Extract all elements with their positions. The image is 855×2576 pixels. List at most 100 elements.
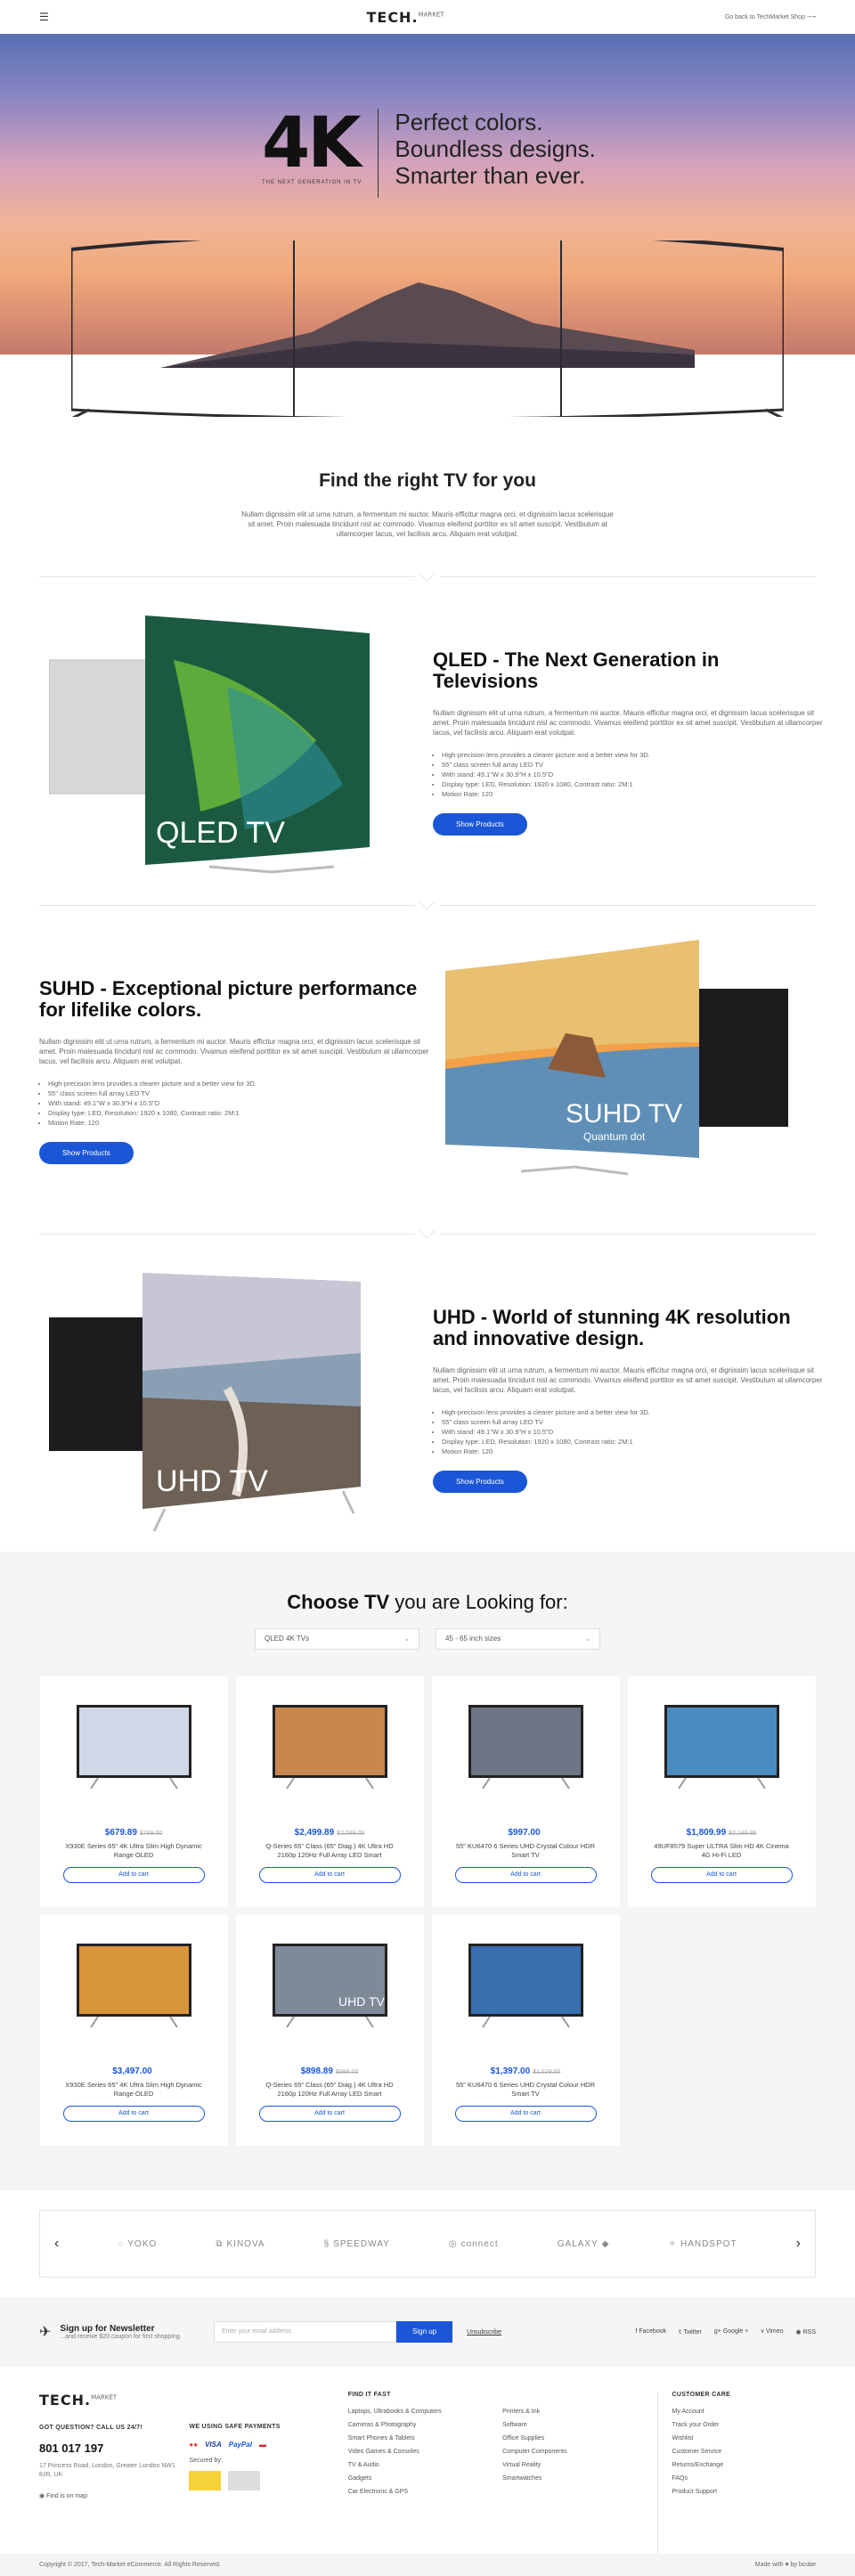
social-links: f Facebook 𝕥 Twitter g+ Google + v Vimeo… xyxy=(635,2328,816,2336)
footer-logo[interactable]: TECH.MARKET xyxy=(39,2392,189,2409)
arrow-right-icon: ⟶ xyxy=(806,14,816,20)
mcafee-badge xyxy=(228,2471,261,2490)
add-to-cart-button[interactable]: Add to cart xyxy=(62,2106,205,2122)
sign-up-button[interactable]: Sign up xyxy=(396,2321,453,2343)
footer-link[interactable]: Printers & Ink xyxy=(502,2409,656,2415)
product-card[interactable]: $679.89 $789.00 X930E Series 65" 4K Ultra … xyxy=(39,1676,228,1907)
add-to-cart-button[interactable]: Add to cart xyxy=(62,1867,205,1883)
product-card[interactable]: $997.00 55" KU6470 6 Series UHD Crystal C… xyxy=(431,1676,620,1907)
map-link[interactable]: ◉ Find is on map xyxy=(39,2492,189,2499)
product-image xyxy=(468,1944,583,2028)
footer-link[interactable]: Customer Service xyxy=(672,2449,816,2455)
brand-logo[interactable]: ◎ connect xyxy=(449,2239,499,2249)
intro-title: Find the right TV for you xyxy=(319,470,536,491)
brand-logo[interactable]: ◌ YOKO xyxy=(118,2239,157,2249)
product-price: $898.89 $989.00 xyxy=(300,2067,359,2076)
footer-link[interactable]: My Account xyxy=(672,2409,816,2415)
footer-find-fast: FIND IT FAST Laptops, Ultrabooks & Compu… xyxy=(348,2392,502,2554)
product-card[interactable]: UHD TV $898.89 $989.00 Q-Series 65" Class (… xyxy=(235,1915,424,2146)
tv-size-select[interactable]: 45 - 65 inch sizes ⌄ xyxy=(436,1628,600,1650)
product-price: $3,497.00 xyxy=(112,2067,152,2076)
footer-link[interactable]: Computer Components xyxy=(502,2449,656,2455)
feature-suhd-description: Nullam dignissim elit ut urna rutrum, a … xyxy=(39,1038,429,1065)
social-twitter[interactable]: 𝕥 Twitter xyxy=(679,2328,702,2336)
footer-link[interactable]: Car Electronic & GPS xyxy=(348,2489,502,2495)
product-price: $1,397.00 $1,529.00 xyxy=(490,2067,561,2076)
footer-link[interactable]: Video Games & Consoles xyxy=(348,2449,502,2455)
brand-logo[interactable]: ✧ HANDSPOT xyxy=(669,2239,737,2249)
brand-logo[interactable]: GALAXY ◆ xyxy=(558,2239,610,2249)
social-rss[interactable]: ◉ RSS xyxy=(796,2328,816,2336)
product-name[interactable]: X930E Series 65" 4K Ultra Slim High Dyna… xyxy=(62,2081,206,2099)
newsletter-subtitle: ...and receive $20 coupon for first shop… xyxy=(60,2334,182,2340)
intro-section: Find the right TV for you Nullam digniss… xyxy=(0,417,855,566)
feature-uhd: UHD TV UHD - World of stunning 4K resolu… xyxy=(0,1244,855,1552)
chevron-right-icon[interactable]: › xyxy=(796,2236,801,2252)
footer-link[interactable]: TV & Audio xyxy=(348,2462,502,2468)
show-products-button[interactable]: Show Products xyxy=(433,1471,527,1493)
footer-link[interactable]: Software xyxy=(502,2422,656,2428)
unsubscribe-link[interactable]: Unsubscribe xyxy=(467,2329,501,2336)
hamburger-menu-icon[interactable]: ☰ xyxy=(39,11,110,23)
brand-logo[interactable]: § SPEEDWAY xyxy=(324,2239,390,2249)
logo[interactable]: TECH.MARKET xyxy=(366,9,444,26)
hero-tagline: Perfect colors. Boundless designs. Smart… xyxy=(395,109,596,189)
social-facebook[interactable]: f Facebook xyxy=(635,2328,666,2336)
copyright-bar: Copyright © 2017, Tech-Market eCommerce.… xyxy=(0,2554,855,2576)
security-badges xyxy=(189,2471,347,2490)
top-bar: ☰ TECH.MARKET Go back to TechMarket Shop… xyxy=(0,0,855,34)
product-card[interactable]: $1,397.00 $1,529.00 55" KU6470 6 Series UH… xyxy=(431,1915,620,2146)
product-name[interactable]: 55" KU6470 6 Series UHD Crystal Colour H… xyxy=(454,2081,598,2099)
footer-link[interactable]: FAQs xyxy=(672,2475,816,2482)
product-card[interactable]: $3,497.00 X930E Series 65" 4K Ultra Slim … xyxy=(39,1915,228,2146)
footer-link[interactable]: Smartwatches xyxy=(502,2475,656,2482)
footer-link[interactable]: Track your Order xyxy=(672,2422,816,2428)
brand-logo[interactable]: ⧉ KINOVA xyxy=(216,2239,265,2249)
add-to-cart-button[interactable]: Add to cart xyxy=(258,2106,401,2122)
footer-link[interactable]: Returns/Exchange xyxy=(672,2462,816,2468)
bullet: Display type: LED, Resolution: 1920 x 10… xyxy=(442,779,825,789)
product-card[interactable]: $1,809.99 $2,189.99 49UF8579 Super ULTRA S… xyxy=(627,1676,816,1907)
social-vimeo[interactable]: v Vimeo xyxy=(761,2328,783,2336)
product-price: $679.89 $789.00 xyxy=(104,1828,163,1838)
product-card[interactable]: $2,499.89 $2,599.00 Q-Series 65" Class (65… xyxy=(235,1676,424,1907)
product-tv-label: UHD TV xyxy=(338,1994,386,2009)
footer-link[interactable]: Laptops, Ultrabooks & Computers xyxy=(348,2409,502,2415)
bullet: Motion Rate: 120 xyxy=(442,789,825,799)
product-old-price: $2,189.99 xyxy=(729,1830,757,1837)
bullet: With stand: 49.1"W x 30.9"H x 10.5"D xyxy=(48,1098,431,1108)
social-google[interactable]: g+ Google + xyxy=(714,2328,749,2336)
feature-qled-bullets: High-precision lens provides a clearer p… xyxy=(433,750,825,799)
curved-tv-image xyxy=(71,240,784,417)
footer-link[interactable]: Virtual Reality xyxy=(502,2462,656,2468)
chevron-left-icon[interactable]: ‹ xyxy=(54,2236,59,2252)
add-to-cart-button[interactable]: Add to cart xyxy=(454,1867,597,1883)
footer-link[interactable]: Gadgets xyxy=(348,2475,502,2482)
footer-link[interactable]: Office Supplies xyxy=(502,2435,656,2441)
back-to-shop-link[interactable]: Go back to TechMarket Shop ⟶ xyxy=(700,13,816,20)
footer-link[interactable]: Product Support xyxy=(672,2489,816,2495)
footer-link[interactable]: Cameras & Photography xyxy=(348,2422,502,2428)
show-products-button[interactable]: Show Products xyxy=(39,1142,134,1164)
product-name[interactable]: 49UF8579 Super ULTRA Slim HD 4K Cinema 4… xyxy=(650,1842,794,1860)
product-name[interactable]: Q-Series 65" Class (65" Diag.) 4K Ultra … xyxy=(258,1842,402,1860)
add-to-cart-button[interactable]: Add to cart xyxy=(650,1867,793,1883)
footer-link[interactable]: Smart Phones & Tablets xyxy=(348,2435,502,2441)
add-to-cart-button[interactable]: Add to cart xyxy=(454,2106,597,2122)
product-image: UHD TV xyxy=(272,1944,387,2028)
product-name[interactable]: X930E Series 65" 4K Ultra Slim High Dyna… xyxy=(62,1842,206,1860)
email-input[interactable]: Enter your email address xyxy=(214,2321,396,2343)
chevron-down-icon: ⌄ xyxy=(403,1634,410,1643)
chevron-down-icon xyxy=(415,1227,440,1239)
show-products-button[interactable]: Show Products xyxy=(433,813,527,836)
add-to-cart-button[interactable]: Add to cart xyxy=(258,1867,401,1883)
feature-uhd-bullets: High-precision lens provides a clearer p… xyxy=(433,1407,825,1456)
tv-type-select[interactable]: QLED 4K TVs ⌄ xyxy=(255,1628,419,1650)
support-phone: 801 017 197 xyxy=(39,2441,104,2455)
feature-suhd-title: SUHD - Exceptional picture performance f… xyxy=(39,977,418,1021)
product-name[interactable]: Q-Series 65" Class (65" Diag.) 4K Ultra … xyxy=(258,2081,402,2099)
feature-suhd: SUHD - Exceptional picture performance f… xyxy=(0,916,855,1223)
footer-link[interactable]: Wishlist xyxy=(672,2435,816,2441)
product-price: $1,809.99 $2,189.99 xyxy=(686,1828,757,1838)
product-name[interactable]: 55" KU6470 6 Series UHD Crystal Colour H… xyxy=(454,1842,598,1860)
